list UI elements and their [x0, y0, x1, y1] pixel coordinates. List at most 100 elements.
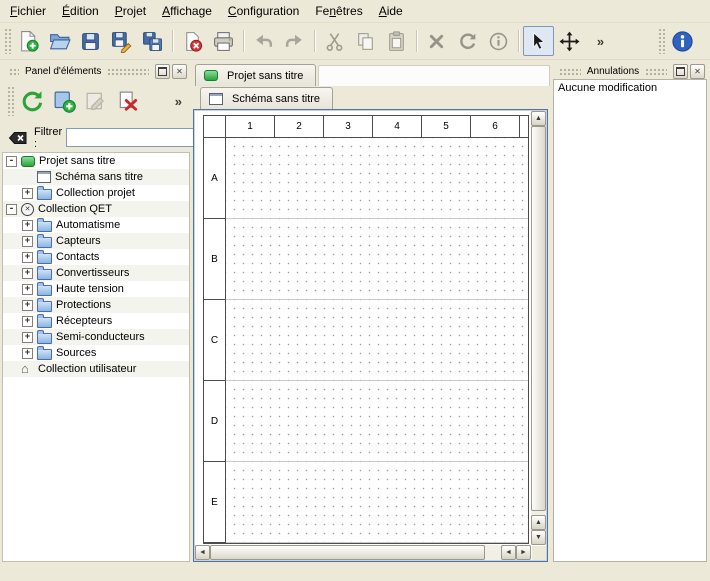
tree-item[interactable]: Haute tension: [3, 281, 189, 297]
tree-expander[interactable]: [22, 236, 33, 247]
tree-item[interactable]: Sources: [3, 345, 189, 361]
project-tab[interactable]: Projet sans titre: [195, 64, 316, 86]
reload-collections-button[interactable]: [16, 85, 48, 117]
save-as-button[interactable]: [106, 26, 137, 56]
tree-expander[interactable]: [22, 348, 33, 359]
float-dock-button[interactable]: [673, 64, 688, 79]
new-element-button[interactable]: [48, 85, 80, 117]
tree-item[interactable]: Collection QET: [3, 201, 189, 217]
tree-item-label: Récepteurs: [56, 315, 112, 327]
tree-expander[interactable]: [22, 300, 33, 311]
menu-item[interactable]: Affichage: [154, 1, 220, 21]
schema-canvas[interactable]: [226, 138, 528, 543]
select-tool-button[interactable]: [523, 26, 554, 56]
menu-item[interactable]: Configuration: [220, 1, 307, 21]
clear-filter-button[interactable]: [6, 128, 30, 148]
tree-expander[interactable]: [6, 204, 17, 215]
overflow-chevron-icon[interactable]: »: [175, 95, 182, 108]
tree-item[interactable]: Protections: [3, 297, 189, 313]
select-tool-icon: [527, 30, 550, 53]
close-icon: [176, 65, 183, 77]
edit-element-icon: [83, 88, 109, 114]
menu-item[interactable]: Projet: [107, 1, 154, 21]
scroll-left-button[interactable]: [195, 545, 210, 560]
schema-icon: [209, 93, 223, 105]
dock-grip[interactable]: [559, 67, 581, 75]
right-dock-header[interactable]: Annulations: [552, 63, 708, 79]
tree-expander[interactable]: [22, 220, 33, 231]
redo-button[interactable]: [279, 26, 310, 56]
scroll-right-button[interactable]: [516, 545, 531, 560]
edit-element-button[interactable]: [80, 85, 112, 117]
tree-expander[interactable]: [22, 332, 33, 343]
float-dock-button[interactable]: [155, 64, 170, 79]
left-dock-header[interactable]: Panel d'éléments: [2, 63, 190, 79]
tree-item[interactable]: Capteurs: [3, 233, 189, 249]
tree-item[interactable]: Contacts: [3, 249, 189, 265]
close-file-icon: [181, 30, 204, 53]
dock-grip[interactable]: [9, 67, 19, 75]
close-dock-button[interactable]: [690, 64, 705, 79]
undo-history-item[interactable]: Aucune modification: [554, 80, 706, 96]
save-all-button[interactable]: [137, 26, 168, 56]
tree-expander[interactable]: [22, 284, 33, 295]
toolbar-grip[interactable]: [4, 28, 11, 54]
vertical-scrollbar[interactable]: [531, 111, 546, 545]
undo-history-list: Aucune modification: [553, 79, 707, 562]
close-dock-button[interactable]: [172, 64, 187, 79]
reload-collections-icon: [19, 88, 45, 114]
menu-item[interactable]: Aide: [371, 1, 411, 21]
menu-item[interactable]: Édition: [54, 1, 107, 21]
about-button[interactable]: [667, 26, 698, 56]
elements-tree: Projet sans titre Schéma sans titre Coll…: [2, 152, 190, 562]
toolbar-overflow-button[interactable]: »: [585, 26, 616, 56]
horizontal-scrollbar-thumb[interactable]: [210, 545, 485, 560]
delete-button[interactable]: [421, 26, 452, 56]
tree-item[interactable]: Semi-conducteurs: [3, 329, 189, 345]
tree-item[interactable]: Récepteurs: [3, 313, 189, 329]
menu-item[interactable]: Fichier: [2, 1, 54, 21]
delete-element-button[interactable]: [112, 85, 144, 117]
tree-expander[interactable]: [22, 316, 33, 327]
tree-item[interactable]: Projet sans titre: [3, 153, 189, 169]
tree-expander[interactable]: [22, 268, 33, 279]
rotate-button[interactable]: [452, 26, 483, 56]
print-button[interactable]: [208, 26, 239, 56]
toolbar-grip[interactable]: [7, 86, 14, 116]
scroll-down-button[interactable]: [531, 530, 546, 545]
scroll-left-button[interactable]: [501, 545, 516, 560]
tab-bar-empty-area: [318, 65, 550, 86]
column-header: 4: [373, 116, 422, 137]
scroll-up-button[interactable]: [531, 515, 546, 530]
open-file-button[interactable]: [44, 26, 75, 56]
tree-item-label: Convertisseurs: [56, 267, 129, 279]
scroll-up-button[interactable]: [531, 111, 546, 126]
undo-button[interactable]: [248, 26, 279, 56]
column-headers: 123456: [226, 116, 528, 138]
tree-item[interactable]: Automatisme: [3, 217, 189, 233]
menu-item[interactable]: Fenêtres: [307, 1, 370, 21]
cut-button[interactable]: [319, 26, 350, 56]
schema-tab[interactable]: Schéma sans titre: [200, 87, 333, 109]
dock-grip[interactable]: [107, 67, 149, 75]
paste-button[interactable]: [381, 26, 412, 56]
new-file-button[interactable]: [13, 26, 44, 56]
info-button[interactable]: [483, 26, 514, 56]
tree-expander[interactable]: [6, 156, 17, 167]
move-tool-button[interactable]: [554, 26, 585, 56]
copy-button[interactable]: [350, 26, 381, 56]
tree-item[interactable]: Collection projet: [3, 185, 189, 201]
toolbar-separator: [310, 28, 319, 54]
tree-expander[interactable]: [22, 252, 33, 263]
dock-grip[interactable]: [645, 67, 667, 75]
close-file-button[interactable]: [177, 26, 208, 56]
vertical-scrollbar-thumb[interactable]: [531, 126, 546, 511]
toolbar-grip[interactable]: [658, 28, 665, 54]
save-button[interactable]: [75, 26, 106, 56]
tree-expander[interactable]: [22, 188, 33, 199]
overflow-chevron-icon: »: [597, 35, 604, 48]
tree-item[interactable]: Schéma sans titre: [3, 169, 189, 185]
horizontal-scrollbar[interactable]: [195, 545, 531, 560]
tree-item[interactable]: Convertisseurs: [3, 265, 189, 281]
tree-item[interactable]: Collection utilisateur: [3, 361, 189, 377]
